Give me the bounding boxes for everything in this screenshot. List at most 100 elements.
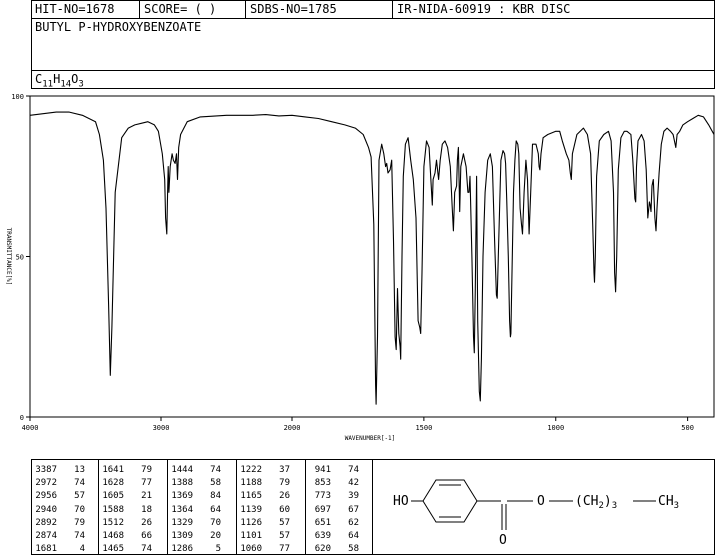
peak-wavenumber: 620 xyxy=(314,544,331,555)
peak-row: 1588 18 xyxy=(98,504,158,517)
peak-transmittance: 74 xyxy=(141,544,152,555)
peak-wavenumber: 1222 xyxy=(240,465,262,475)
peak-row: 1329 70 xyxy=(167,517,227,530)
spectrum-series-line xyxy=(29,111,715,405)
benzene-ring xyxy=(422,479,478,523)
peak-transmittance: 70 xyxy=(210,517,221,528)
peak-wavenumber: 1605 xyxy=(102,491,124,502)
peak-wavenumber: 1101 xyxy=(240,530,262,541)
peak-row: 853 42 xyxy=(305,477,365,490)
peak-transmittance: 64 xyxy=(210,504,221,515)
peak-column: 941 74 853 42 773 39 697 67 651 62 639 64 620 58 xyxy=(305,464,365,556)
peak-row: 3387 13 xyxy=(31,464,91,477)
peak-transmittance: 77 xyxy=(279,544,290,555)
y-axis-label: TRANSMITTANCE[%] xyxy=(5,228,12,286)
peak-transmittance: 79 xyxy=(74,517,85,528)
score: SCORE= ( ) xyxy=(144,2,217,16)
chemical-structure: HO O O (CH2)3 CH3 xyxy=(393,479,679,548)
peak-transmittance: 79 xyxy=(141,465,152,475)
peak-wavenumber: 2892 xyxy=(35,517,57,528)
y-tick-label: 0 xyxy=(20,414,24,422)
peak-transmittance: 60 xyxy=(279,504,290,515)
peak-wavenumber: 1369 xyxy=(171,491,193,502)
peak-transmittance: 66 xyxy=(141,530,152,541)
peak-transmittance: 13 xyxy=(74,465,85,475)
formula-subscript: 11 xyxy=(42,79,54,90)
peak-wavenumber: 1512 xyxy=(102,517,124,528)
peak-wavenumber: 1126 xyxy=(240,517,262,528)
peak-wavenumber: 1681 xyxy=(35,544,57,555)
peak-row: 1641 79 xyxy=(98,464,158,477)
peak-row: 2972 74 xyxy=(31,477,91,490)
x-tick-label: 2000 xyxy=(284,424,301,432)
peak-row: 1388 58 xyxy=(167,477,227,490)
peak-transmittance: 58 xyxy=(210,478,221,489)
peak-wavenumber: 2940 xyxy=(35,504,57,515)
peak-row: 1101 57 xyxy=(236,530,296,543)
peak-wavenumber: 1364 xyxy=(171,504,193,515)
peak-transmittance: 5 xyxy=(215,544,221,555)
peak-row: 1468 66 xyxy=(98,530,158,543)
carbonyl-oxygen-label: O xyxy=(499,533,507,548)
peak-row: 1364 64 xyxy=(167,504,227,517)
peak-transmittance: 79 xyxy=(279,478,290,489)
peak-wavenumber: 3387 xyxy=(35,465,57,475)
peak-wavenumber: 1388 xyxy=(171,478,193,489)
methyl-label: CH3 xyxy=(658,494,679,511)
ir-method: IR-NIDA-60919 : KBR DISC xyxy=(397,2,571,16)
peak-transmittance: 62 xyxy=(348,517,359,528)
x-tick-label: 4000 xyxy=(22,424,39,432)
hit-number: HIT-NO=1678 xyxy=(35,2,115,16)
peak-row: 697 67 xyxy=(305,504,365,517)
peak-transmittance: 74 xyxy=(74,530,85,541)
peak-transmittance: 4 xyxy=(79,544,85,555)
sdbs-number: SDBS-NO=1785 xyxy=(250,2,337,16)
peak-column: 1641 79 1628 77 1605 21 1588 18 1512 26 1468 66 1465… xyxy=(98,464,158,556)
peak-transmittance: 74 xyxy=(74,478,85,489)
peak-row: 2892 79 xyxy=(31,517,91,530)
peak-wavenumber: 1286 xyxy=(171,544,193,555)
peak-transmittance: 57 xyxy=(74,491,85,502)
peak-wavenumber: 651 xyxy=(314,517,331,528)
compound-name: BUTYL P-HYDROXYBENZOATE xyxy=(35,20,202,34)
x-axis-label: WAVENUMBER[-1] xyxy=(345,435,396,442)
peak-row: 1222 37 xyxy=(236,464,296,477)
peak-transmittance: 84 xyxy=(210,491,221,502)
peak-wavenumber: 773 xyxy=(314,491,331,502)
peak-row: 1444 74 xyxy=(167,464,227,477)
peak-row: 1309 20 xyxy=(167,530,227,543)
peak-transmittance: 74 xyxy=(348,465,359,475)
peak-row: 639 64 xyxy=(305,530,365,543)
structure-ho-label: HO xyxy=(393,494,409,509)
peak-transmittance: 26 xyxy=(141,517,152,528)
peak-transmittance: 77 xyxy=(141,478,152,489)
peak-wavenumber: 1060 xyxy=(240,544,262,555)
peak-transmittance: 74 xyxy=(210,465,221,475)
peak-wavenumber: 941 xyxy=(314,465,331,475)
peak-row: 1465 74 xyxy=(98,543,158,556)
peak-transmittance: 20 xyxy=(210,530,221,541)
peak-wavenumber: 697 xyxy=(314,504,331,515)
peak-wavenumber: 1188 xyxy=(240,478,262,489)
peak-transmittance: 58 xyxy=(348,544,359,555)
peak-wavenumber: 2874 xyxy=(35,530,57,541)
peak-row: 773 39 xyxy=(305,490,365,503)
peak-row: 1139 60 xyxy=(236,504,296,517)
y-tick-label: 50 xyxy=(16,254,24,262)
peak-row: 1060 77 xyxy=(236,543,296,556)
peak-wavenumber: 2956 xyxy=(35,491,57,502)
peak-transmittance: 70 xyxy=(74,504,85,515)
peak-wavenumber: 1465 xyxy=(102,544,124,555)
peak-row: 1165 26 xyxy=(236,490,296,503)
peak-row: 1286 5 xyxy=(167,543,227,556)
peak-transmittance: 37 xyxy=(279,465,290,475)
peak-wavenumber: 2972 xyxy=(35,478,57,489)
peak-wavenumber: 853 xyxy=(314,478,331,489)
peak-wavenumber: 1309 xyxy=(171,530,193,541)
peak-transmittance: 18 xyxy=(141,504,152,515)
peak-transmittance: 26 xyxy=(279,491,290,502)
peak-row: 1512 26 xyxy=(98,517,158,530)
peak-row: 1628 77 xyxy=(98,477,158,490)
peak-column: 3387 13 2972 74 2956 57 2940 70 2892 79 2874 74 1681… xyxy=(31,464,91,556)
peak-row: 2956 57 xyxy=(31,490,91,503)
